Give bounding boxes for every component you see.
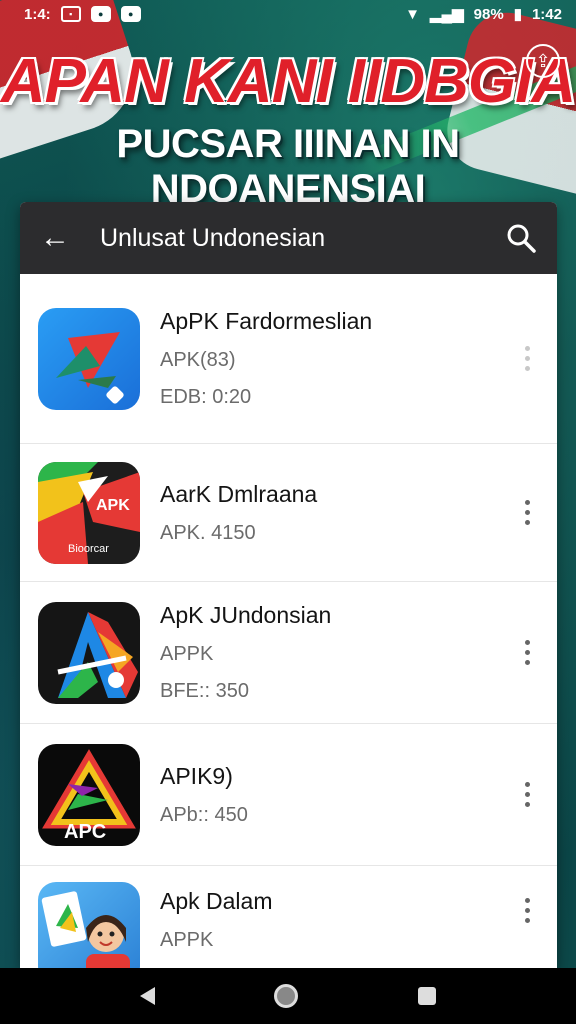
nav-back-icon[interactable] [139, 987, 155, 1005]
navigation-bar [0, 968, 576, 1024]
app-name: ApK JUndonsian [160, 602, 332, 628]
back-arrow-icon[interactable]: ← [40, 221, 70, 255]
wifi-icon: ▼ [405, 5, 420, 23]
battery-level: 98% [473, 5, 504, 23]
banner-headline: APAN KANI IIDBGIA [0, 47, 576, 116]
app-icon-4: APC [38, 743, 140, 846]
list-item[interactable]: Apk Dalam APPK [20, 866, 557, 968]
app-subtitle: APPK [160, 643, 214, 665]
app-list-card: ← Unlusat Undonesian ApPK Fardormeslian … [20, 202, 557, 968]
battery-icon: ▮ [513, 6, 522, 23]
app-name: Apk Dalam [160, 888, 273, 914]
overflow-menu-icon[interactable] [515, 633, 539, 673]
app-name: ApPK Fardormeslian [160, 308, 373, 334]
app-name: APIK9) [160, 762, 233, 789]
app-icon-4-label: APC [64, 821, 106, 843]
app-name: AarK Dmlraana [160, 480, 318, 507]
signal-icon: ▂▄▆ [429, 6, 464, 23]
overflow-menu-icon[interactable] [515, 775, 539, 815]
nav-home-icon[interactable] [274, 984, 299, 1008]
status-bar: 1:4: ▪ ● ● ▼ ▂▄▆ 98% ▮ 1:42 [0, 0, 576, 28]
app-subtitle: APPK [160, 929, 214, 951]
search-icon[interactable] [505, 222, 537, 254]
app-icon-2: APK Bioorcar [38, 461, 140, 564]
app-icon-5 [38, 882, 140, 968]
list-item[interactable]: ApK JUndonsian APPK BFE:: 350 [20, 582, 557, 724]
status-time-left: 1:4: [24, 5, 51, 23]
app-icon-2-caption: Bioorcar [68, 543, 109, 555]
app-subtitle: APK. 4150 [160, 521, 256, 544]
nav-recents-icon[interactable] [418, 987, 437, 1005]
banner-subheadline: PUCSAR IIINAN IN NDOANENSIAI [116, 122, 460, 211]
app-icon-2-badge: APK [96, 497, 130, 514]
app-bar: ← Unlusat Undonesian [20, 202, 557, 274]
promo-banner: APAN KANI IIDBGIA PUCSAR IIINAN IN NDOAN… [0, 48, 576, 212]
app-meta: EDB: 0:20 [160, 386, 252, 408]
list-item[interactable]: APK Bioorcar AarK Dmlraana APK. 4150 [20, 444, 557, 582]
app-icon-3 [38, 601, 140, 704]
overflow-menu-icon[interactable] [515, 339, 539, 379]
app-icon-1 [38, 307, 140, 410]
overflow-menu-icon[interactable] [515, 890, 539, 930]
list-item[interactable]: ApPK Fardormeslian APK(83) EDB: 0:20 [20, 274, 557, 444]
list-item[interactable]: APC APIK9) APb:: 450 [20, 724, 557, 866]
app-notification-icon: ● [90, 6, 111, 22]
app-meta: BFE:: 350 [160, 680, 249, 702]
status-time-right: 1:42 [531, 5, 562, 23]
app-notification-icon-2: ● [120, 6, 141, 22]
overflow-menu-icon[interactable] [515, 493, 539, 533]
app-subtitle: APb:: 450 [160, 803, 248, 826]
share-icon[interactable]: ⇪ [526, 44, 560, 78]
app-subtitle: APK(83) [160, 349, 236, 371]
app-bar-title: Unlusat Undonesian [100, 223, 326, 252]
notification-icon: ▪ [60, 6, 81, 22]
